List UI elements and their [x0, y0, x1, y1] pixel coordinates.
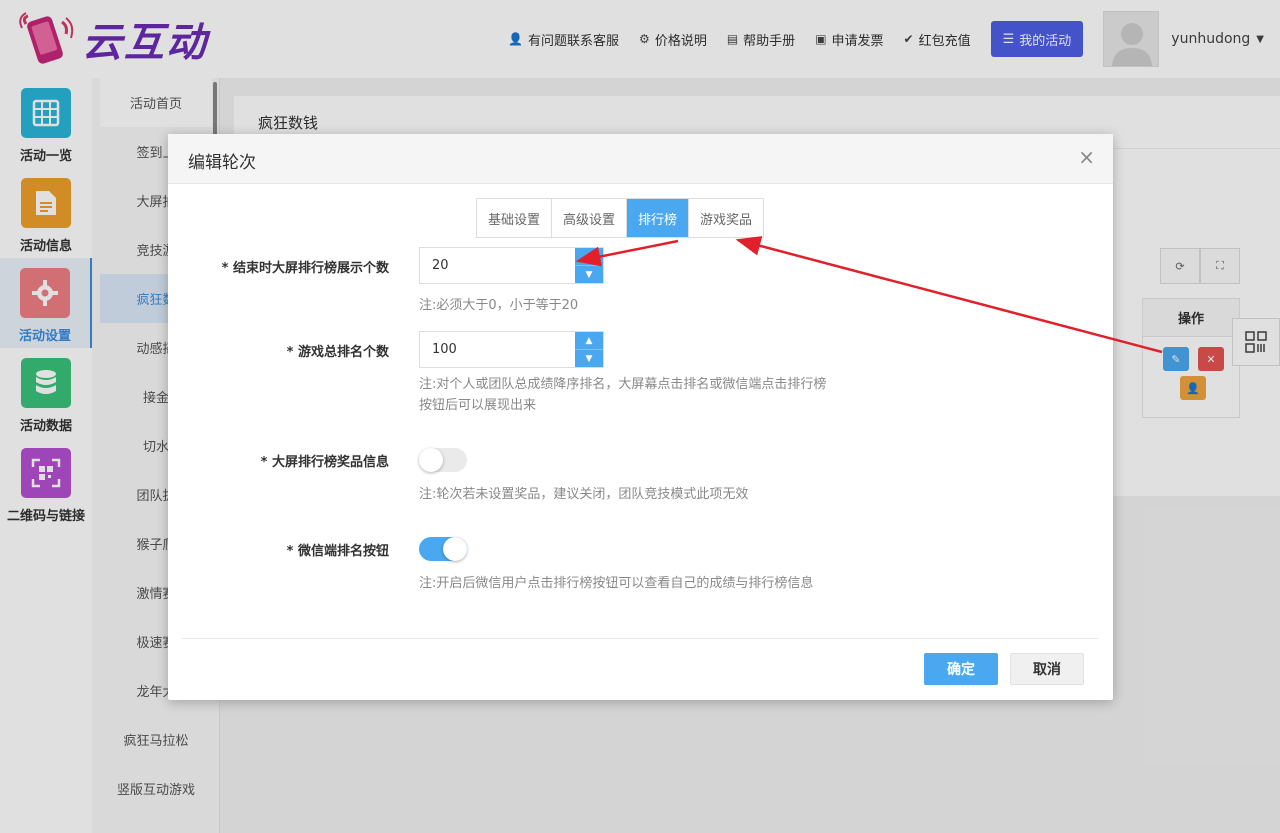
arrow-to-input	[575, 239, 679, 267]
annotation-arrows	[575, 236, 1163, 354]
arrow-to-tab	[735, 236, 1163, 354]
